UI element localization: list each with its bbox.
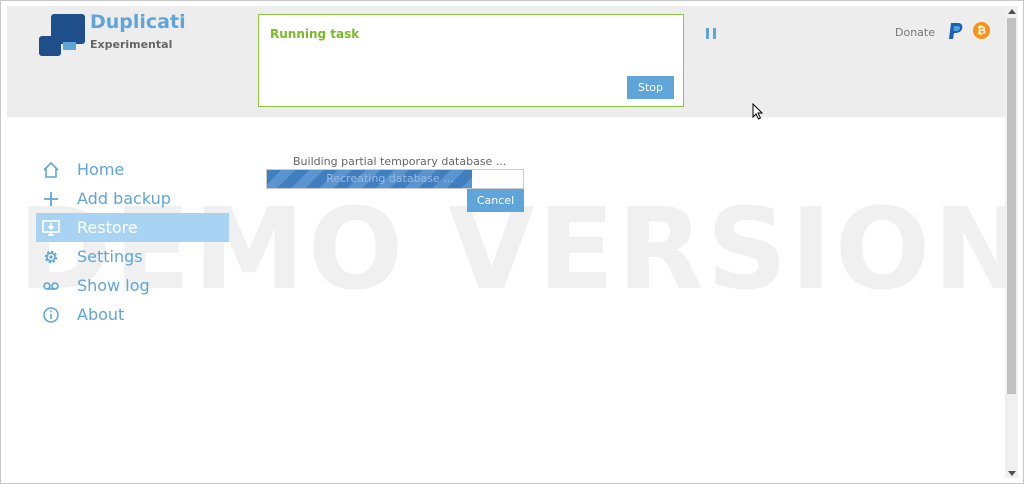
sidebar-nav: Home Add backup Restore Settings Show lo… — [36, 155, 229, 329]
running-task-panel: Running task Stop — [258, 14, 684, 107]
progress-status-text: Building partial temporary database ... — [293, 155, 507, 168]
scrollbar-thumb[interactable] — [1007, 18, 1016, 394]
info-icon — [43, 307, 59, 323]
sidebar-item-add-backup[interactable]: Add backup — [36, 184, 229, 213]
progress-bar: Recreating database ... — [266, 169, 524, 189]
top-header: Duplicati Experimental Running task Stop… — [7, 6, 1005, 120]
donate-link[interactable]: Donate — [895, 26, 935, 39]
sidebar-item-label: Restore — [77, 218, 138, 237]
log-icon — [43, 282, 59, 290]
scroll-down-arrow-icon[interactable] — [1008, 471, 1016, 476]
mouse-cursor-icon — [752, 103, 764, 120]
app-subtitle: Experimental — [90, 38, 173, 51]
sidebar-item-label: Home — [77, 160, 125, 179]
stop-button[interactable]: Stop — [627, 76, 674, 99]
sidebar-item-show-log[interactable]: Show log — [36, 271, 229, 300]
sidebar-item-about[interactable]: About — [36, 300, 229, 329]
progress-bar-label: Recreating database ... — [326, 172, 454, 185]
app-name[interactable]: Duplicati — [90, 11, 186, 33]
plus-icon — [44, 192, 58, 206]
gear-icon — [44, 250, 58, 264]
bitcoin-icon[interactable]: ₿ — [973, 22, 990, 39]
duplicati-logo-icon — [39, 14, 85, 56]
pause-icon[interactable] — [704, 26, 718, 40]
paypal-icon[interactable] — [948, 22, 964, 40]
running-task-title: Running task — [270, 27, 360, 41]
sidebar-item-label: Add backup — [77, 189, 171, 208]
vertical-scrollbar[interactable] — [1005, 6, 1018, 478]
home-icon — [43, 161, 59, 178]
sidebar-item-label: Settings — [77, 247, 143, 266]
sidebar-item-settings[interactable]: Settings — [36, 242, 229, 271]
sidebar-item-label: About — [77, 305, 125, 324]
sidebar-item-home[interactable]: Home — [36, 155, 229, 184]
cancel-button[interactable]: Cancel — [467, 189, 524, 212]
scroll-up-arrow-icon[interactable] — [1008, 9, 1016, 14]
sidebar-item-restore[interactable]: Restore — [36, 213, 229, 242]
restore-icon — [42, 220, 60, 236]
sidebar-item-label: Show log — [77, 276, 150, 295]
